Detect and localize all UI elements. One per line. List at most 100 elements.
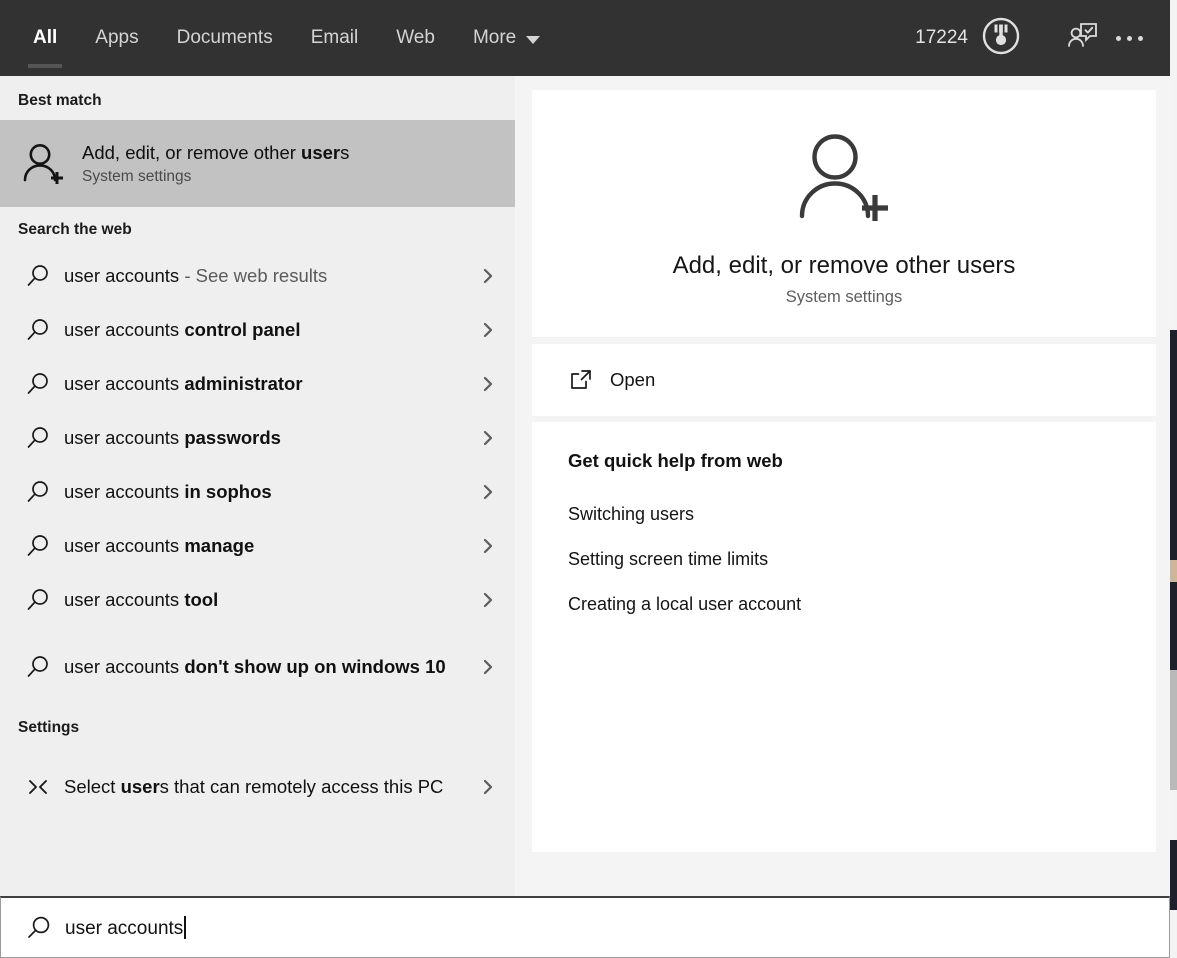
tab-documents-label: Documents [176,27,273,48]
best-match-heading: Best match [18,92,102,109]
web-result-bold: administrator [184,373,303,395]
web-result-bold: manage [184,535,255,557]
pane-gutter [515,76,532,896]
web-result-prefix: user accounts [64,265,180,287]
search-icon [17,914,61,942]
medal-icon [980,15,1022,62]
ellipsis-icon [1115,35,1143,41]
text-cursor [184,915,186,939]
help-link[interactable]: Switching users [568,492,1156,537]
rewards-count: 17224 [915,27,968,48]
web-result-prefix: user accounts [64,373,185,395]
results-pane: Best match Add, edit, or remove other us… [0,76,515,896]
open-external-icon [568,367,610,393]
search-icon [16,425,60,451]
tab-apps-label: Apps [95,27,139,48]
preview-title: Add, edit, or remove other users [672,252,1016,279]
tab-documents[interactable]: Documents [158,0,292,76]
web-result-bold: tool [184,589,219,611]
web-result-label: user accounts in sophos [60,480,471,503]
best-match-title-plain: Add, edit, or remove other [82,141,302,163]
settings-heading: Settings [18,719,80,736]
tab-more[interactable]: More [454,0,559,76]
best-match-title-bold: user [301,141,341,163]
web-result-bold: in sophos [184,481,272,503]
tab-apps[interactable]: Apps [76,0,157,76]
person-feedback-icon [1066,20,1100,57]
web-result-prefix: user accounts [64,589,185,611]
best-match-text: Add, edit, or remove other users System … [72,141,349,186]
search-the-web-heading: Search the web [18,221,132,238]
search-input[interactable]: user accounts [65,918,183,939]
best-match-title: Add, edit, or remove other users [82,141,349,164]
preview-pane: Add, edit, or remove other users System … [532,76,1170,896]
web-result-bold: control panel [184,319,301,341]
web-result-item[interactable]: user accounts passwords [0,411,515,465]
web-result-label: user accounts administrator [60,372,471,395]
web-result-label: user accounts don't show up on windows 1… [60,655,471,678]
search-icon [16,317,60,343]
settings-result-item[interactable]: Select users that can remotely access th… [0,747,515,827]
filter-tabs: All Apps Documents Email Web More [0,0,559,76]
web-result-item[interactable]: user accounts administrator [0,357,515,411]
search-input-value-wrap: user accounts [61,915,186,940]
chevron-right-icon [471,375,505,393]
web-result-bold: passwords [184,427,281,449]
web-result-item[interactable]: user accounts don't show up on windows 1… [0,627,515,707]
chevron-right-icon [471,778,505,796]
chevron-down-icon [526,36,541,44]
tab-all[interactable]: All [14,0,76,76]
tab-web[interactable]: Web [377,0,454,76]
open-button-label: Open [610,369,656,390]
add-user-icon [532,124,1156,234]
remote-access-icon [16,774,60,800]
web-result-label: user accounts passwords [60,426,471,449]
search-icon [16,533,60,559]
chevron-right-icon [471,483,505,501]
preview-subtitle: System settings [785,288,903,306]
web-result-item[interactable]: user accounts manage [0,519,515,573]
more-options-button[interactable] [1106,15,1152,61]
tab-email-label: Email [310,27,359,48]
best-match-subtitle: System settings [82,168,192,186]
search-input-bar[interactable]: user accounts [0,896,1170,958]
web-result-bold: don't show up on windows 10 [184,656,446,678]
settings-result-bold: user [120,776,160,798]
best-match-result[interactable]: Add, edit, or remove other users System … [0,120,515,207]
open-button[interactable]: Open [532,352,1156,408]
web-result-prefix: user accounts [64,656,185,678]
rewards-indicator[interactable]: 17224 [915,15,1022,62]
chevron-right-icon [471,429,505,447]
search-filter-topbar: All Apps Documents Email Web More 17224 [0,0,1170,76]
web-result-muted: - See web results [179,265,328,287]
chevron-right-icon [471,321,505,339]
settings-result-suffix: s that can remotely access this PC [159,776,444,798]
search-icon [16,371,60,397]
web-result-prefix: user accounts [64,319,185,341]
web-result-item[interactable]: user accounts - See web results [0,249,515,303]
web-result-label: user accounts - See web results [60,264,471,287]
tab-email[interactable]: Email [292,0,378,76]
chevron-right-icon [471,267,505,285]
topbar-right-cluster: 17224 [915,0,1170,76]
tab-all-label: All [33,27,58,48]
tab-web-label: Web [396,27,435,48]
help-link[interactable]: Setting screen time limits [568,537,1156,582]
web-result-label: user accounts tool [60,588,471,611]
search-icon [16,654,60,680]
search-flyout-root: All Apps Documents Email Web More 17224 … [0,0,1177,958]
web-result-item[interactable]: user accounts tool [0,573,515,627]
preview-hero-card: Add, edit, or remove other users System … [532,90,1156,338]
web-result-item[interactable]: user accounts in sophos [0,465,515,519]
feedback-button[interactable] [1060,15,1106,61]
preview-actions-card: Open [532,344,1156,416]
search-icon [16,479,60,505]
quick-help-heading: Get quick help from web [568,450,783,471]
quick-help-card: Get quick help from web Switching users … [532,422,1156,852]
web-result-item[interactable]: user accounts control panel [0,303,515,357]
search-body: Best match Add, edit, or remove other us… [0,76,1170,896]
add-user-icon [16,139,72,189]
settings-result-label: Select users that can remotely access th… [60,775,471,798]
help-link[interactable]: Creating a local user account [568,582,1156,627]
chevron-right-icon [471,591,505,609]
